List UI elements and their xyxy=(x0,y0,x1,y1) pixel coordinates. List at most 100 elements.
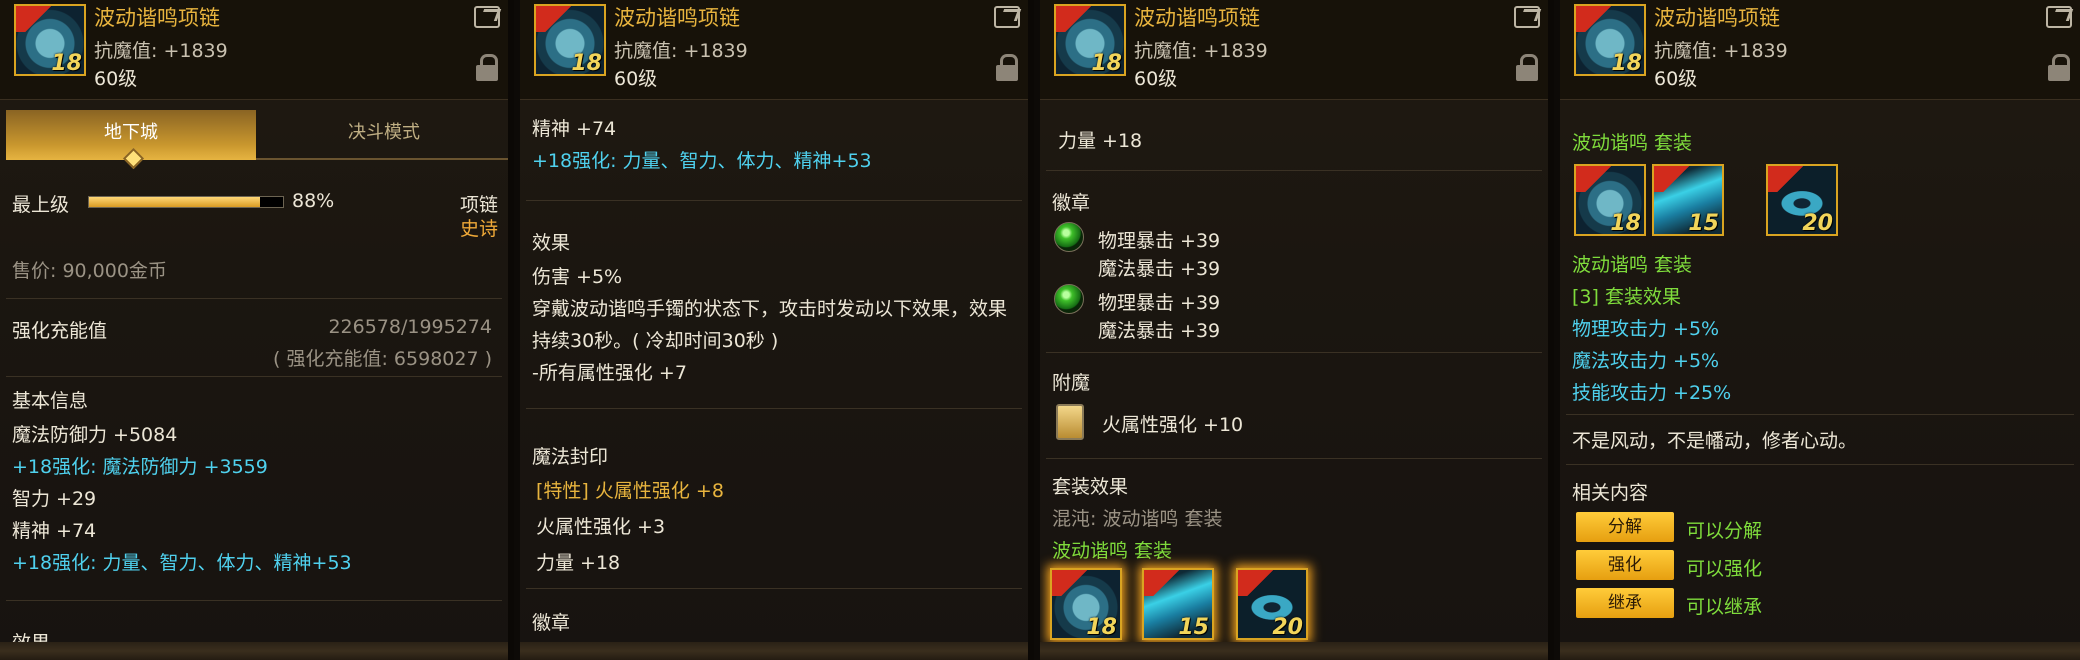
item-level: 60级 xyxy=(614,68,658,90)
reinforce-note: 可以强化 xyxy=(1686,558,1763,580)
magic-defense: 魔法防御力 +5084 xyxy=(12,424,178,446)
icon-level: 18 xyxy=(1611,51,1642,76)
inherit-note: 可以继承 xyxy=(1686,596,1763,618)
basic-info-title: 基本信息 xyxy=(12,390,89,412)
effect-title: 效果 xyxy=(532,232,571,254)
effect-title-cut: 效果 xyxy=(12,632,51,654)
share-icon[interactable] xyxy=(474,6,500,28)
tab-dungeon[interactable]: 地下城 xyxy=(6,110,256,160)
spirit: 精神 +74 xyxy=(532,118,617,140)
item-header: 18 波动谐鸣项链 抗魔值: +1839 60级 xyxy=(0,0,508,100)
charge-label: 强化充能值 xyxy=(12,320,108,342)
necklace-icon: 18 xyxy=(1054,4,1126,76)
grade-label: 最上级 xyxy=(12,194,70,216)
set-bracelet-icon[interactable]: 15 xyxy=(1142,568,1214,640)
item-name: 波动谐鸣项链 xyxy=(1134,6,1260,30)
mode-tabs: 地下城 决斗模式 xyxy=(6,110,508,160)
flavor-text: 不是风动，不是幡动，修者心动。 xyxy=(1572,430,1858,452)
emblem1-magic: 魔法暴击 +39 xyxy=(1098,258,1221,280)
lock-icon[interactable] xyxy=(996,54,1018,81)
rarity-label: 史诗 xyxy=(459,218,498,240)
set-bonus-skill: 技能攻击力 +25% xyxy=(1572,382,1732,404)
lock-icon[interactable] xyxy=(476,54,498,81)
set-count: [3] 套装效果 xyxy=(1572,286,1681,308)
item-header: 18 波动谐鸣项链 抗魔值: +1839 60级 xyxy=(1560,0,2080,100)
set-icon-level: 18 xyxy=(1086,615,1117,640)
green-emblem-icon xyxy=(1054,222,1084,252)
spirit: 精神 +74 xyxy=(12,520,97,542)
set-icon-level: 20 xyxy=(1272,615,1303,640)
share-icon[interactable] xyxy=(994,6,1020,28)
charge-value: 226578/1995274 xyxy=(328,316,492,338)
lock-icon[interactable] xyxy=(1516,54,1538,81)
emblem2-phys: 物理暴击 +39 xyxy=(1098,292,1221,314)
item-name: 波动谐鸣项链 xyxy=(94,6,220,30)
item-stat: 抗魔值: +1839 xyxy=(94,40,228,62)
disassemble-button[interactable]: 分解 xyxy=(1576,512,1674,542)
stat-upgrade: +18强化: 力量、智力、体力、精神+53 xyxy=(12,552,352,574)
necklace-icon: 18 xyxy=(534,4,606,76)
icon-level: 18 xyxy=(1091,51,1122,76)
set-chaos: 混沌: 波动谐鸣 套装 xyxy=(1052,508,1223,530)
item-stat: 抗魔值: +1839 xyxy=(1654,40,1788,62)
stat-upgrade: +18强化: 力量、智力、体力、精神+53 xyxy=(532,150,872,172)
set-name-1: 波动谐鸣 套装 xyxy=(1572,132,1693,154)
lock-icon[interactable] xyxy=(2048,54,2070,81)
item-level: 60级 xyxy=(1654,68,1698,90)
emblem-title: 徽章 xyxy=(1052,192,1091,214)
tooltip-panel-3: 18 波动谐鸣项链 抗魔值: +1839 60级 力量 +18 徽章 物理暴击 … xyxy=(1040,0,1554,660)
set-bonus-phys: 物理攻击力 +5% xyxy=(1572,318,1720,340)
seal-fire: 火属性强化 +3 xyxy=(536,516,666,538)
item-level: 60级 xyxy=(1134,68,1178,90)
effect-desc-3: -所有属性强化 +7 xyxy=(532,362,687,384)
price: 售价: 90,000金币 xyxy=(12,260,167,282)
set-name-2: 波动谐鸣 套装 xyxy=(1572,254,1693,276)
item-stat: 抗魔值: +1839 xyxy=(1134,40,1268,62)
icon-level: 18 xyxy=(51,51,82,76)
emblem1-phys: 物理暴击 +39 xyxy=(1098,230,1221,252)
set-ring-icon[interactable]: 20 xyxy=(1766,164,1838,236)
tooltip-panel-1: 18 波动谐鸣项链 抗魔值: +1839 60级 地下城 决斗模式 最上级 88… xyxy=(0,0,514,660)
magic-defense-upgrade: +18强化: 魔法防御力 +3559 xyxy=(12,456,268,478)
necklace-icon: 18 xyxy=(14,4,86,76)
grade-bar xyxy=(88,196,284,208)
item-header: 18 波动谐鸣项链 抗魔值: +1839 60级 xyxy=(1040,0,1548,100)
strength: 力量 +18 xyxy=(1058,130,1143,152)
set-bracelet-icon[interactable]: 15 xyxy=(1652,164,1724,236)
reinforce-button[interactable]: 强化 xyxy=(1576,550,1674,580)
emblem-title: 徽章 xyxy=(532,612,571,634)
inherit-button[interactable]: 继承 xyxy=(1576,588,1674,618)
tooltip-panel-2: 18 波动谐鸣项链 抗魔值: +1839 60级 精神 +74 +18强化: 力… xyxy=(520,0,1034,660)
set-icon-level: 15 xyxy=(1688,211,1719,236)
set-name: 波动谐鸣 套装 xyxy=(1052,540,1173,562)
set-icon-level: 18 xyxy=(1610,211,1641,236)
set-necklace-icon[interactable]: 18 xyxy=(1050,568,1122,640)
share-icon[interactable] xyxy=(2046,6,2072,28)
set-icon-level: 15 xyxy=(1178,615,1209,640)
intelligence: 智力 +29 xyxy=(12,488,97,510)
tab-duel[interactable]: 决斗模式 xyxy=(256,110,508,160)
item-header: 18 波动谐鸣项链 抗魔值: +1839 60级 xyxy=(520,0,1028,100)
set-icon-level: 20 xyxy=(1802,211,1833,236)
item-stat: 抗魔值: +1839 xyxy=(614,40,748,62)
effect-desc-2: 持续30秒。( 冷却时间30秒 ) xyxy=(532,330,779,352)
set-bonus-magic: 魔法攻击力 +5% xyxy=(1572,350,1720,372)
enchant-value: 火属性强化 +10 xyxy=(1102,414,1244,436)
necklace-icon: 18 xyxy=(1574,4,1646,76)
green-emblem-icon xyxy=(1054,284,1084,314)
set-ring-icon[interactable]: 20 xyxy=(1236,568,1308,640)
damage-effect: 伤害 +5% xyxy=(532,266,623,288)
seal-strength: 力量 +18 xyxy=(536,552,621,574)
grade-percent: 88% xyxy=(292,190,335,212)
icon-level: 18 xyxy=(571,51,602,76)
emblem2-magic: 魔法暴击 +39 xyxy=(1098,320,1221,342)
disassemble-note: 可以分解 xyxy=(1686,520,1763,542)
related-title: 相关内容 xyxy=(1572,482,1649,504)
charge-sub: ( 强化充能值: 6598027 ) xyxy=(273,348,492,370)
item-name: 波动谐鸣项链 xyxy=(1654,6,1780,30)
set-necklace-icon[interactable]: 18 xyxy=(1574,164,1646,236)
enchant-title: 附魔 xyxy=(1052,372,1091,394)
seal-trait: [特性] 火属性强化 +8 xyxy=(536,480,724,502)
share-icon[interactable] xyxy=(1514,6,1540,28)
item-level: 60级 xyxy=(94,68,138,90)
